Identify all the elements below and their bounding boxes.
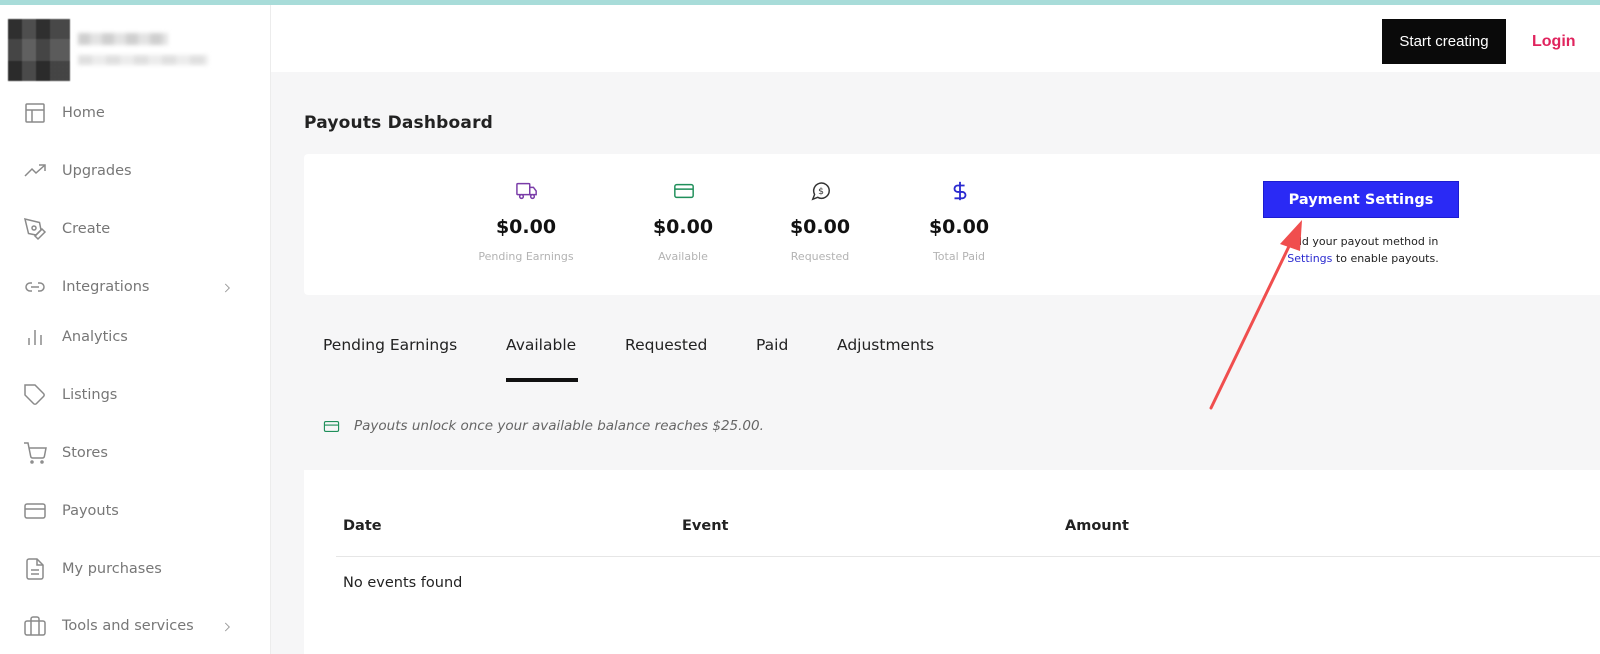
- card-icon: [323, 418, 340, 435]
- sidebar-item-label: Upgrades: [62, 163, 132, 179]
- stat-requested: $ $0.00 Requested: [740, 154, 900, 295]
- profile-name-redacted: [78, 33, 168, 45]
- tab-adjustments[interactable]: Adjustments: [837, 336, 934, 354]
- notice-text: Payouts unlock once your available balan…: [354, 418, 764, 434]
- events-table: Date Event Amount No events found: [304, 470, 1600, 654]
- stat-caption: Available: [658, 250, 708, 263]
- stat-caption: Requested: [790, 250, 850, 263]
- payment-settings-button[interactable]: Payment Settings: [1263, 181, 1459, 218]
- sidebar-item-label: Home: [62, 105, 105, 121]
- sidebar-item-tools-and-services[interactable]: Tools and services: [0, 601, 271, 651]
- sidebar-item-label: Listings: [62, 387, 118, 403]
- chevron-right-icon: [220, 280, 234, 294]
- start-creating-button[interactable]: Start creating: [1382, 19, 1506, 64]
- page-title: Payouts Dashboard: [304, 113, 494, 133]
- sidebar-item-analytics[interactable]: Analytics: [0, 312, 271, 362]
- sidebar-item-label: My purchases: [62, 561, 162, 577]
- file-icon: [22, 556, 48, 582]
- chevron-right-icon: [220, 619, 234, 633]
- sidebar-item-my-purchases[interactable]: My purchases: [0, 544, 271, 594]
- tab-available[interactable]: Available: [506, 336, 576, 354]
- truck-icon: [516, 180, 538, 202]
- sidebar-item-label: Tools and services: [62, 618, 194, 634]
- sidebar-item-label: Payouts: [62, 503, 119, 519]
- avatar: [8, 19, 70, 81]
- payout-threshold-notice: Payouts unlock once your available balan…: [323, 416, 764, 436]
- payment-settings-help: Add your payout method in Settings to en…: [1270, 233, 1456, 267]
- tag-icon: [22, 382, 48, 408]
- profile-email-redacted: [78, 55, 208, 65]
- tab-pending-earnings[interactable]: Pending Earnings: [323, 336, 457, 354]
- profile[interactable]: [8, 19, 248, 81]
- tab-requested[interactable]: Requested: [625, 336, 707, 354]
- sidebar-item-payouts[interactable]: Payouts: [0, 486, 271, 536]
- active-tab-indicator: [506, 378, 578, 382]
- empty-state-text: No events found: [343, 575, 463, 591]
- cart-icon: [22, 440, 48, 466]
- card-icon: [22, 498, 48, 524]
- sidebar: Home Upgrades Create Integrations Analyt…: [0, 5, 271, 654]
- stat-pending-earnings: $0.00 Pending Earnings: [446, 154, 606, 295]
- sidebar-item-label: Create: [62, 221, 111, 237]
- stats-card: $0.00 Pending Earnings $0.00 Available $…: [304, 154, 1600, 295]
- sidebar-item-label: Stores: [62, 445, 108, 461]
- stat-caption: Pending Earnings: [478, 250, 574, 263]
- briefcase-icon: [22, 613, 48, 639]
- help-suffix: to enable payouts.: [1335, 252, 1439, 265]
- help-prefix: Add your payout method in: [1287, 235, 1439, 248]
- sidebar-item-stores[interactable]: Stores: [0, 428, 271, 478]
- stat-amount: $0.00: [789, 216, 851, 238]
- stat-available: $0.00 Available: [603, 154, 763, 295]
- stat-caption: Total Paid: [932, 250, 986, 263]
- tab-paid[interactable]: Paid: [756, 336, 788, 354]
- settings-link[interactable]: Settings: [1287, 252, 1332, 265]
- bar-chart-icon: [22, 324, 48, 350]
- top-header: Start creating Login: [271, 5, 1600, 72]
- sidebar-item-home[interactable]: Home: [0, 88, 271, 138]
- login-link[interactable]: Login: [1532, 33, 1576, 51]
- pen-tool-icon: [22, 216, 48, 242]
- table-divider: [336, 556, 1600, 557]
- dollar-icon: [949, 180, 971, 202]
- sidebar-item-label: Integrations: [62, 279, 150, 295]
- stat-amount: $0.00: [928, 216, 990, 238]
- sidebar-item-create[interactable]: Create: [0, 204, 271, 254]
- dollar-circle-icon: $: [810, 180, 832, 202]
- trending-up-icon: [22, 158, 48, 184]
- column-header-amount: Amount: [1065, 518, 1129, 534]
- link-icon: [22, 274, 48, 300]
- stat-amount: $0.00: [652, 216, 714, 238]
- card-icon: [673, 180, 695, 202]
- sidebar-item-label: Analytics: [62, 329, 128, 345]
- sidebar-item-listings[interactable]: Listings: [0, 370, 271, 420]
- stat-total-paid: $0.00 Total Paid: [879, 154, 1039, 295]
- column-header-date: Date: [343, 518, 382, 534]
- column-header-event: Event: [682, 518, 729, 534]
- svg-text:$: $: [818, 186, 824, 197]
- layout-icon: [22, 100, 48, 126]
- sidebar-item-upgrades[interactable]: Upgrades: [0, 146, 271, 196]
- stat-amount: $0.00: [495, 216, 557, 238]
- sidebar-item-integrations[interactable]: Integrations: [0, 262, 271, 312]
